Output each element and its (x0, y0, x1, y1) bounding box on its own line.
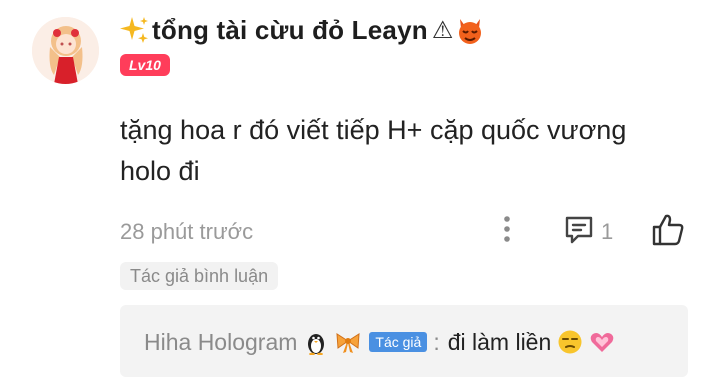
reply-colon: : (433, 328, 440, 355)
reply-icon[interactable] (563, 214, 595, 246)
warning-symbol: ⚠ (431, 16, 454, 44)
reply-preview[interactable]: Hiha Hologram Tác giả : đi làm liền (120, 305, 688, 377)
sparkle-icon (120, 17, 148, 43)
reply-username[interactable]: Hiha Hologram (144, 329, 297, 356)
reply-line: Hiha Hologram Tác giả : đi làm liền (144, 325, 615, 359)
devil-face-icon (459, 19, 482, 44)
username-row[interactable]: tổng tài cừu đỏ Leayn ⚠ (120, 14, 485, 46)
timestamp: 28 phút trước (120, 219, 254, 244)
reply-text: đi làm liền (447, 328, 552, 355)
avatar[interactable] (32, 17, 99, 84)
bow-icon (336, 333, 360, 353)
more-vertical-icon[interactable] (500, 214, 514, 244)
author-tag: Tác giả bình luận (120, 262, 279, 290)
reply-count: 1 (601, 219, 614, 244)
username[interactable]: tổng tài cừu đỏ Leayn (152, 15, 428, 46)
comment-header: tổng tài cừu đỏ Leayn ⚠ Lv10 (120, 14, 485, 76)
like-icon[interactable] (650, 212, 686, 248)
heart-icon (590, 333, 614, 352)
author-badge: Tác giả (369, 332, 428, 352)
penguin-icon (308, 334, 325, 355)
unamused-face-icon (558, 330, 582, 354)
comment-text: tặng hoa r đó viết tiếp H+ cặp quốc vươn… (120, 115, 627, 186)
level-badge: Lv10 (120, 54, 170, 76)
